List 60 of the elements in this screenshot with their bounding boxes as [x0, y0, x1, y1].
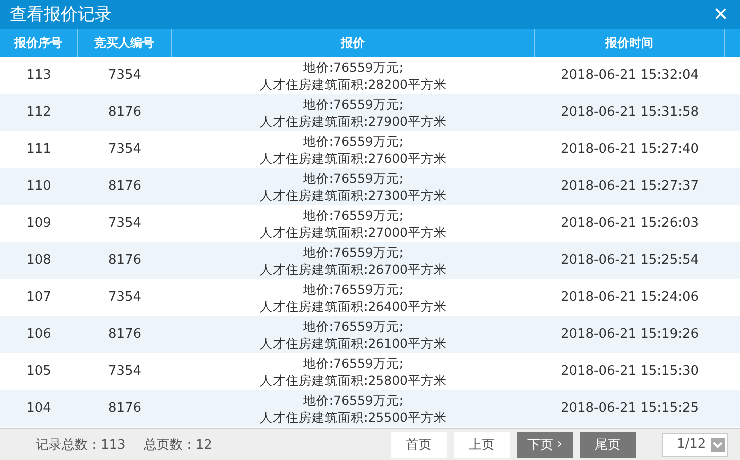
table-cell-text: 106 [26, 326, 52, 344]
price-text: 地价:76559万元; [303, 392, 404, 408]
price-text: 地价:76559万元; [303, 96, 404, 112]
price-text: 人才住房建筑面积:26700平方米 [260, 260, 447, 278]
page-select[interactable]: 1/12 [662, 432, 728, 456]
price-text: 地价:76559万元; [303, 244, 404, 260]
table-cell-text: 110 [26, 178, 52, 196]
price-text: 人才住房建筑面积:25800平方米 [260, 372, 447, 388]
table-cell-text: 104 [26, 400, 52, 418]
table-cell-text: 8176 [107, 252, 143, 270]
price-text: 地价:76559万元; [303, 280, 404, 298]
price-text: 人才住房建筑面积:27300平方米 [260, 186, 447, 204]
price-text: 地价:76559万元; [303, 354, 404, 372]
price-text: 人才住房建筑面积:27000平方米 [260, 224, 447, 240]
price-text: 人才住房建筑面积:25500平方米 [260, 408, 447, 426]
table-cell-text: 8176 [107, 178, 143, 196]
table-cell-text: 7354 [107, 289, 143, 307]
table-cell-text: 113 [26, 67, 52, 85]
table-cell-text: 107 [26, 289, 52, 307]
table-cell-text: 8176 [107, 326, 143, 344]
page-button[interactable]: 下页 › [517, 432, 573, 458]
table-cell-text: 111 [26, 141, 52, 159]
page-count: 总页数：12 [144, 436, 212, 454]
table-cell-text: 108 [26, 252, 52, 270]
page-button[interactable]: 上页 [454, 432, 510, 458]
price-text: 地价:76559万元; [303, 318, 404, 334]
table-cell-text: 2018-06-21 15:15:30 [560, 363, 700, 381]
price-text: 地价:76559万元; [303, 206, 404, 224]
table-cell-text: 2018-06-21 15:31:58 [560, 104, 700, 122]
table-cell-text: 105 [26, 363, 52, 381]
table-cell-text: 112 [26, 104, 52, 122]
table-cell-text: 7354 [107, 215, 143, 233]
table-cell-text: 2018-06-21 15:27:40 [560, 141, 700, 159]
price-text: 人才住房建筑面积:26400平方米 [260, 298, 447, 314]
price-text: 人才住房建筑面积:27600平方米 [260, 150, 447, 166]
price-text: 地价:76559万元; [303, 58, 404, 76]
table-cell-text: 7354 [107, 141, 143, 159]
close-button[interactable]: × [712, 2, 730, 26]
dropdown-caret-icon [711, 438, 725, 452]
price-text: 地价:76559万元; [303, 170, 404, 186]
price-text: 人才住房建筑面积:27900平方米 [260, 112, 447, 130]
table-cell-text: 8176 [107, 400, 143, 418]
price-text: 地价:76559万元; [303, 132, 404, 150]
table-cell-text: 8176 [107, 104, 143, 122]
record-count: 记录总数：113 [36, 436, 126, 454]
page-button[interactable]: 首页 [391, 432, 447, 458]
table-cell-text: 2018-06-21 15:24:06 [560, 289, 700, 307]
table-cell-text: 2018-06-21 15:26:03 [560, 215, 700, 233]
window-title: 查看报价记录 [10, 4, 112, 26]
table-cell-text: 2018-06-21 15:32:04 [560, 67, 700, 85]
price-text: 人才住房建筑面积:26100平方米 [260, 334, 447, 352]
page-button[interactable]: 尾页 [580, 432, 636, 458]
table-cell-text: 2018-06-21 15:27:37 [560, 178, 700, 196]
table-cell-text: 7354 [107, 363, 143, 381]
table-cell-text: 7354 [107, 67, 143, 85]
table-cell-text: 109 [26, 215, 52, 233]
table-cell-text: 2018-06-21 15:25:54 [560, 252, 700, 270]
table-cell-text: 2018-06-21 15:19:26 [560, 326, 700, 344]
table-cell-text: 2018-06-21 15:15:25 [560, 400, 700, 418]
price-text: 人才住房建筑面积:28200平方米 [260, 76, 447, 92]
